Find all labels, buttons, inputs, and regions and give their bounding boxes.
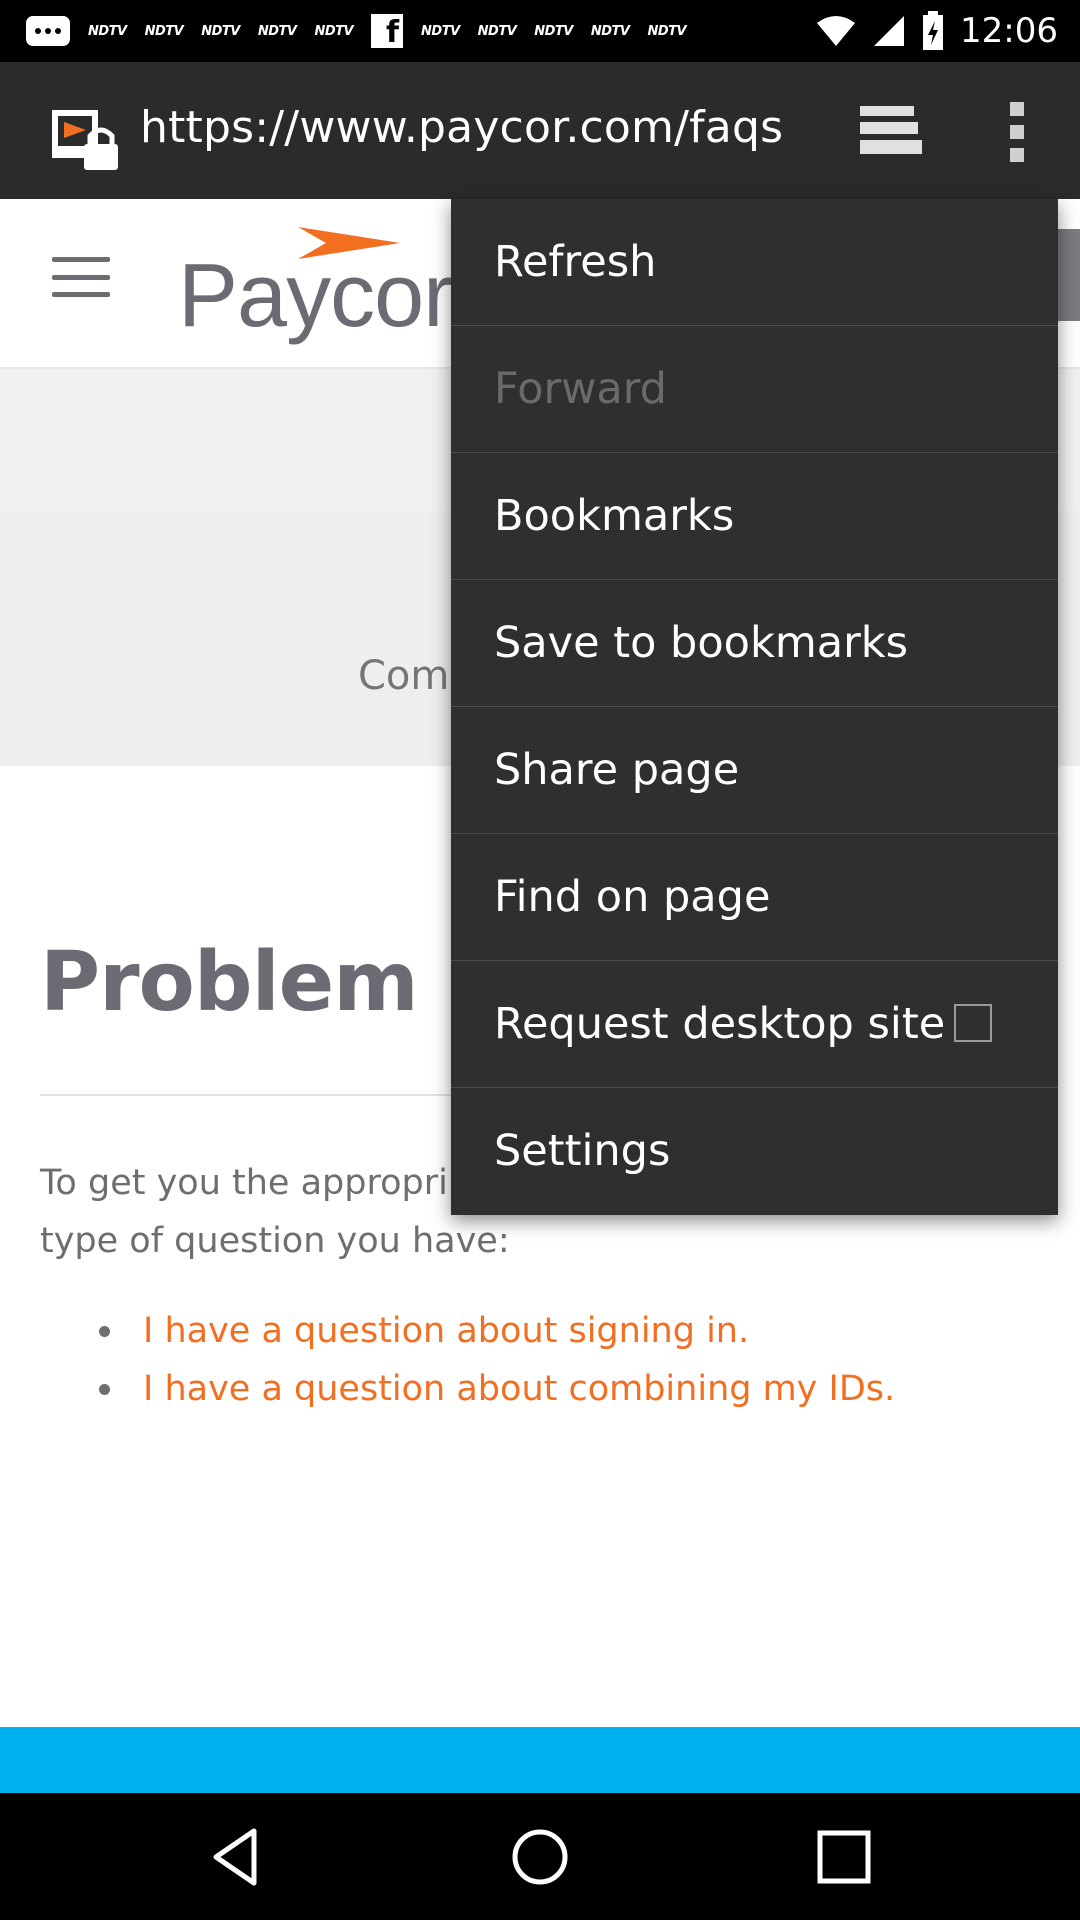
footer-bar <box>0 1727 1080 1793</box>
menu-item-request-desktop-site[interactable]: Request desktop site <box>451 961 1058 1088</box>
clock: 12:06 <box>960 11 1058 51</box>
link-combining-ids[interactable]: I have a question about combining my IDs… <box>95 1360 895 1418</box>
message-notification-icon <box>26 16 70 46</box>
overflow-menu-icon[interactable] <box>1000 102 1034 162</box>
system-status: 12:06 <box>816 10 1058 52</box>
menu-item-save-to-bookmarks[interactable]: Save to bookmarks <box>451 580 1058 707</box>
menu-item-label: Settings <box>494 1126 671 1176</box>
bullet-icon <box>99 1384 110 1395</box>
signal-icon <box>874 16 905 46</box>
intro-line: type of question you have: <box>40 1221 510 1261</box>
ndtv-notification-icon: NDTV <box>201 23 240 39</box>
ndtv-notification-icon: NDTV <box>257 23 297 39</box>
browser-toolbar: https://www.paycor.com/faqs <box>0 62 1080 200</box>
navigation-bar <box>0 1793 1080 1920</box>
ndtv-notification-icon: NDTV <box>144 23 184 39</box>
question-links: I have a question about signing in. I ha… <box>95 1302 895 1418</box>
menu-item-find-on-page[interactable]: Find on page <box>451 834 1058 961</box>
menu-item-forward: Forward <box>451 326 1058 453</box>
link-signing-in[interactable]: I have a question about signing in. <box>95 1302 895 1360</box>
status-bar: NDTV NDTV NDTV NDTV NDTV f NDTV NDTV NDT… <box>0 0 1080 62</box>
home-circle-icon[interactable] <box>508 1825 572 1889</box>
hamburger-menu-icon[interactable] <box>52 257 110 297</box>
back-triangle-icon[interactable] <box>206 1825 270 1889</box>
menu-item-label: Share page <box>494 745 740 795</box>
ndtv-notification-icon: NDTV <box>647 23 687 39</box>
desktop-site-checkbox[interactable] <box>954 1004 992 1042</box>
ndtv-notification-icon: NDTV <box>590 23 630 39</box>
recents-square-icon[interactable] <box>812 1825 876 1889</box>
url-bar[interactable]: https://www.paycor.com/faqs <box>140 102 783 153</box>
screen: NDTV NDTV NDTV NDTV NDTV f NDTV NDTV NDT… <box>0 0 1080 1920</box>
menu-item-share-page[interactable]: Share page <box>451 707 1058 834</box>
paycor-logo[interactable]: Paycor <box>178 223 478 346</box>
overflow-menu: Refresh Forward Bookmarks Save to bookma… <box>451 199 1058 1215</box>
menu-item-bookmarks[interactable]: Bookmarks <box>451 453 1058 580</box>
notification-icons: NDTV NDTV NDTV NDTV NDTV f NDTV NDTV NDT… <box>26 14 687 48</box>
menu-item-settings[interactable]: Settings <box>451 1088 1058 1215</box>
ndtv-notification-icon: NDTV <box>88 23 127 39</box>
menu-item-label: Bookmarks <box>494 491 735 541</box>
menu-item-refresh[interactable]: Refresh <box>451 199 1058 326</box>
tab-switcher-icon[interactable] <box>858 104 922 156</box>
facebook-icon: f <box>371 14 404 48</box>
menu-item-label: Forward <box>494 364 667 414</box>
link-text[interactable]: I have a question about combining my IDs… <box>143 1369 895 1409</box>
wifi-icon <box>817 16 856 46</box>
ndtv-notification-icon: NDTV <box>314 23 354 39</box>
menu-item-label: Find on page <box>494 872 771 922</box>
bullet-icon <box>99 1326 110 1337</box>
menu-item-label: Refresh <box>494 237 657 287</box>
battery-icon <box>923 11 944 50</box>
menu-item-label: Save to bookmarks <box>494 618 909 668</box>
menu-item-label: Request desktop site <box>494 999 946 1049</box>
ndtv-notification-icon: NDTV <box>534 23 573 39</box>
ndtv-notification-icon: NDTV <box>421 23 460 39</box>
ndtv-notification-icon: NDTV <box>477 23 517 39</box>
page-lock-icon[interactable] <box>50 108 120 172</box>
logo-text: Paycor <box>178 246 453 346</box>
link-text[interactable]: I have a question about signing in. <box>143 1311 749 1351</box>
